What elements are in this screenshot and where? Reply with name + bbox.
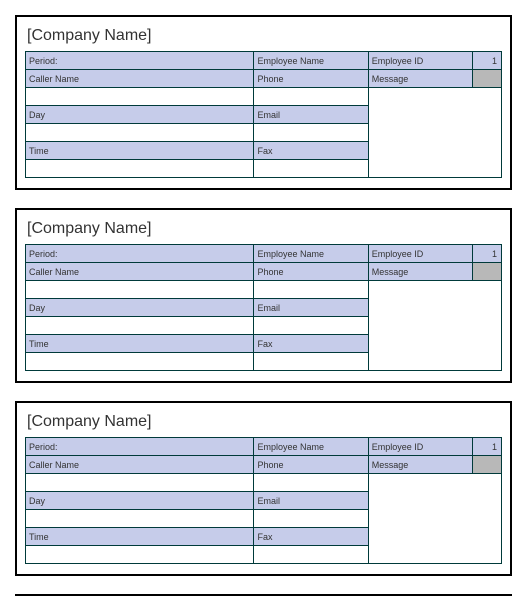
header-row: Period: Employee Name Employee ID 1 [26,52,502,70]
phone-label: Phone [254,70,368,88]
fax-field[interactable] [254,160,368,178]
message-card: [Company Name] Period: Employee Name Emp… [15,208,512,383]
caller-name-field[interactable] [26,474,254,492]
header-row: Period: Employee Name Employee ID 1 [26,438,502,456]
day-label: Day [26,106,254,124]
table-row [26,88,502,106]
day-label: Day [26,299,254,317]
fax-label: Fax [254,142,368,160]
fax-field[interactable] [254,353,368,371]
page-divider [15,594,512,596]
message-card: [Company Name] Period: Employee Name Emp… [15,15,512,190]
period-label: Period: [26,438,254,456]
message-field[interactable] [368,281,501,371]
message-table: Period: Employee Name Employee ID 1 Call… [25,437,502,564]
employee-name-label: Employee Name [254,438,368,456]
subheader-row: Caller Name Phone Message [26,70,502,88]
message-card: [Company Name] Period: Employee Name Emp… [15,401,512,576]
caller-name-field[interactable] [26,88,254,106]
company-name: [Company Name] [25,23,502,51]
phone-field[interactable] [254,281,368,299]
phone-label: Phone [254,456,368,474]
phone-field[interactable] [254,88,368,106]
time-label: Time [26,528,254,546]
email-label: Email [254,492,368,510]
fax-label: Fax [254,528,368,546]
employee-name-label: Employee Name [254,52,368,70]
day-label: Day [26,492,254,510]
fax-label: Fax [254,335,368,353]
message-table: Period: Employee Name Employee ID 1 Call… [25,244,502,371]
period-label: Period: [26,245,254,263]
message-field[interactable] [368,474,501,564]
employee-name-label: Employee Name [254,245,368,263]
time-label: Time [26,335,254,353]
day-field[interactable] [26,510,254,528]
email-field[interactable] [254,124,368,142]
employee-id-value: 1 [473,52,502,70]
fax-field[interactable] [254,546,368,564]
shaded-cell [473,70,502,88]
caller-name-label: Caller Name [26,263,254,281]
header-row: Period: Employee Name Employee ID 1 [26,245,502,263]
caller-name-label: Caller Name [26,456,254,474]
period-label: Period: [26,52,254,70]
email-label: Email [254,106,368,124]
time-field[interactable] [26,353,254,371]
message-label: Message [368,263,473,281]
time-field[interactable] [26,546,254,564]
message-field[interactable] [368,88,501,178]
company-name: [Company Name] [25,409,502,437]
caller-name-field[interactable] [26,281,254,299]
shaded-cell [473,263,502,281]
employee-id-label: Employee ID [368,438,473,456]
phone-label: Phone [254,263,368,281]
employee-id-label: Employee ID [368,245,473,263]
shaded-cell [473,456,502,474]
message-label: Message [368,456,473,474]
employee-id-label: Employee ID [368,52,473,70]
email-field[interactable] [254,510,368,528]
caller-name-label: Caller Name [26,70,254,88]
subheader-row: Caller Name Phone Message [26,456,502,474]
phone-field[interactable] [254,474,368,492]
message-label: Message [368,70,473,88]
email-label: Email [254,299,368,317]
day-field[interactable] [26,124,254,142]
email-field[interactable] [254,317,368,335]
day-field[interactable] [26,317,254,335]
employee-id-value: 1 [473,438,502,456]
company-name: [Company Name] [25,216,502,244]
employee-id-value: 1 [473,245,502,263]
table-row [26,281,502,299]
subheader-row: Caller Name Phone Message [26,263,502,281]
table-row [26,474,502,492]
time-label: Time [26,142,254,160]
message-table: Period: Employee Name Employee ID 1 Call… [25,51,502,178]
time-field[interactable] [26,160,254,178]
